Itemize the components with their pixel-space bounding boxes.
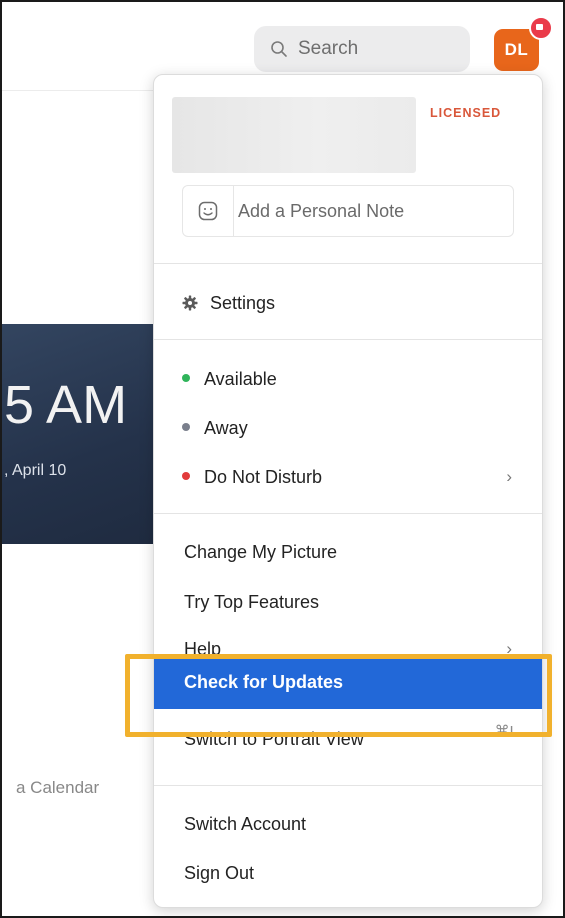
menu-item-change-picture[interactable]: Change My Picture bbox=[154, 530, 542, 574]
menu-divider bbox=[154, 339, 542, 340]
profile-dropdown-menu: LICENSED Add a Personal Note Settings Av… bbox=[153, 74, 543, 908]
menu-item-top-features[interactable]: Try Top Features bbox=[154, 580, 542, 624]
add-calendar-link[interactable]: a Calendar bbox=[16, 778, 99, 798]
highlight-callout-box bbox=[125, 654, 552, 737]
video-badge-icon bbox=[529, 16, 553, 40]
clock-time: 5 AM bbox=[4, 375, 128, 435]
status-available-label: Available bbox=[204, 368, 277, 389]
chevron-right-icon: › bbox=[506, 467, 512, 486]
menu-item-switch-account[interactable]: Switch Account bbox=[154, 802, 542, 846]
change-picture-label: Change My Picture bbox=[184, 541, 338, 562]
available-status-icon bbox=[182, 374, 190, 382]
dnd-status-icon bbox=[182, 472, 190, 480]
gear-icon bbox=[182, 295, 198, 311]
top-features-label: Try Top Features bbox=[184, 591, 320, 612]
chevron-right-icon: › bbox=[506, 641, 512, 655]
menu-divider bbox=[154, 513, 542, 514]
smiley-icon bbox=[198, 201, 218, 221]
profile-name-redacted bbox=[172, 97, 416, 173]
menu-item-sign-out[interactable]: Sign Out bbox=[154, 851, 542, 895]
license-badge: LICENSED bbox=[430, 106, 502, 120]
menu-divider bbox=[154, 785, 542, 786]
status-dnd-label: Do Not Disturb bbox=[204, 466, 323, 487]
avatar-initials: DL bbox=[504, 40, 529, 59]
search-label: Search bbox=[298, 38, 359, 59]
switch-account-label: Switch Account bbox=[184, 813, 307, 834]
clock-date: , April 10 bbox=[4, 462, 67, 479]
search-icon bbox=[271, 41, 287, 57]
personal-note-field[interactable]: Add a Personal Note bbox=[182, 185, 514, 237]
status-away-label: Away bbox=[204, 417, 248, 438]
menu-item-help[interactable]: Help › bbox=[154, 641, 542, 655]
menu-item-settings[interactable]: Settings bbox=[154, 281, 542, 325]
search-bar[interactable]: Search bbox=[254, 26, 470, 72]
app-window: Search DL 5 AM , April 10 a Calendar LIC… bbox=[0, 0, 565, 918]
menu-item-status-dnd[interactable]: Do Not Disturb › bbox=[154, 455, 542, 499]
settings-label: Settings bbox=[210, 292, 276, 313]
personal-note-placeholder: Add a Personal Note bbox=[238, 200, 405, 221]
help-label: Help bbox=[184, 641, 222, 655]
menu-item-status-available[interactable]: Available bbox=[154, 357, 542, 401]
away-status-icon bbox=[182, 423, 190, 431]
sign-out-label: Sign Out bbox=[184, 862, 255, 883]
menu-item-status-away[interactable]: Away bbox=[154, 406, 542, 450]
header-divider bbox=[2, 90, 153, 91]
menu-divider bbox=[154, 263, 542, 264]
meeting-clock-card: 5 AM , April 10 bbox=[2, 324, 153, 544]
